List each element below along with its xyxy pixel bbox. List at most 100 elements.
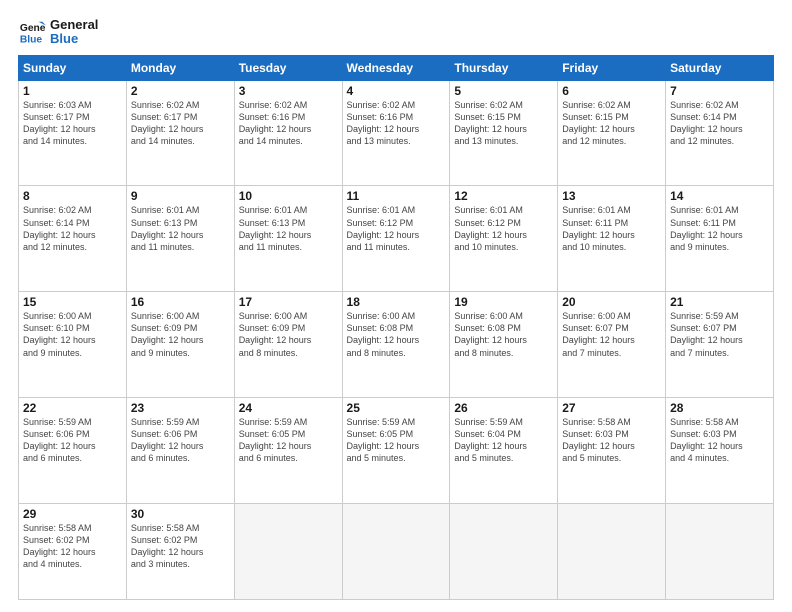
header: General Blue General Blue <box>18 18 774 47</box>
day-number: 13 <box>562 189 661 203</box>
day-number: 25 <box>347 401 446 415</box>
calendar-cell: 28Sunrise: 5:58 AM Sunset: 6:03 PM Dayli… <box>666 397 774 503</box>
calendar-week-4: 22Sunrise: 5:59 AM Sunset: 6:06 PM Dayli… <box>19 397 774 503</box>
day-number: 12 <box>454 189 553 203</box>
col-header-thursday: Thursday <box>450 55 558 80</box>
day-info: Sunrise: 6:01 AM Sunset: 6:13 PM Dayligh… <box>239 204 338 253</box>
col-header-friday: Friday <box>558 55 666 80</box>
day-info: Sunrise: 5:59 AM Sunset: 6:04 PM Dayligh… <box>454 416 553 465</box>
day-number: 27 <box>562 401 661 415</box>
calendar-cell: 2Sunrise: 6:02 AM Sunset: 6:17 PM Daylig… <box>126 80 234 186</box>
day-info: Sunrise: 5:59 AM Sunset: 6:05 PM Dayligh… <box>347 416 446 465</box>
day-info: Sunrise: 6:02 AM Sunset: 6:14 PM Dayligh… <box>23 204 122 253</box>
day-number: 6 <box>562 84 661 98</box>
calendar-cell <box>558 503 666 599</box>
calendar-cell: 27Sunrise: 5:58 AM Sunset: 6:03 PM Dayli… <box>558 397 666 503</box>
calendar-cell <box>450 503 558 599</box>
calendar-cell: 11Sunrise: 6:01 AM Sunset: 6:12 PM Dayli… <box>342 186 450 292</box>
day-number: 29 <box>23 507 122 521</box>
calendar-cell: 13Sunrise: 6:01 AM Sunset: 6:11 PM Dayli… <box>558 186 666 292</box>
day-info: Sunrise: 5:58 AM Sunset: 6:02 PM Dayligh… <box>131 522 230 571</box>
calendar-cell: 25Sunrise: 5:59 AM Sunset: 6:05 PM Dayli… <box>342 397 450 503</box>
day-number: 1 <box>23 84 122 98</box>
calendar-cell <box>342 503 450 599</box>
calendar-cell: 16Sunrise: 6:00 AM Sunset: 6:09 PM Dayli… <box>126 292 234 398</box>
day-number: 15 <box>23 295 122 309</box>
day-info: Sunrise: 6:01 AM Sunset: 6:12 PM Dayligh… <box>347 204 446 253</box>
day-info: Sunrise: 5:59 AM Sunset: 6:06 PM Dayligh… <box>131 416 230 465</box>
calendar-cell: 18Sunrise: 6:00 AM Sunset: 6:08 PM Dayli… <box>342 292 450 398</box>
calendar-cell: 20Sunrise: 6:00 AM Sunset: 6:07 PM Dayli… <box>558 292 666 398</box>
day-number: 24 <box>239 401 338 415</box>
day-info: Sunrise: 6:00 AM Sunset: 6:09 PM Dayligh… <box>239 310 338 359</box>
calendar-cell: 22Sunrise: 5:59 AM Sunset: 6:06 PM Dayli… <box>19 397 127 503</box>
calendar-week-1: 1Sunrise: 6:03 AM Sunset: 6:17 PM Daylig… <box>19 80 774 186</box>
svg-text:Blue: Blue <box>20 35 43 46</box>
calendar-cell: 8Sunrise: 6:02 AM Sunset: 6:14 PM Daylig… <box>19 186 127 292</box>
svg-text:General: General <box>20 23 46 34</box>
day-number: 5 <box>454 84 553 98</box>
day-info: Sunrise: 6:01 AM Sunset: 6:11 PM Dayligh… <box>562 204 661 253</box>
col-header-monday: Monday <box>126 55 234 80</box>
logo: General Blue General Blue <box>18 18 98 47</box>
calendar-cell: 5Sunrise: 6:02 AM Sunset: 6:15 PM Daylig… <box>450 80 558 186</box>
day-number: 4 <box>347 84 446 98</box>
day-number: 14 <box>670 189 769 203</box>
calendar-cell: 24Sunrise: 5:59 AM Sunset: 6:05 PM Dayli… <box>234 397 342 503</box>
day-number: 21 <box>670 295 769 309</box>
calendar-cell: 7Sunrise: 6:02 AM Sunset: 6:14 PM Daylig… <box>666 80 774 186</box>
day-info: Sunrise: 6:01 AM Sunset: 6:12 PM Dayligh… <box>454 204 553 253</box>
day-number: 26 <box>454 401 553 415</box>
calendar-cell: 26Sunrise: 5:59 AM Sunset: 6:04 PM Dayli… <box>450 397 558 503</box>
calendar-cell: 1Sunrise: 6:03 AM Sunset: 6:17 PM Daylig… <box>19 80 127 186</box>
calendar-cell: 19Sunrise: 6:00 AM Sunset: 6:08 PM Dayli… <box>450 292 558 398</box>
day-info: Sunrise: 6:00 AM Sunset: 6:08 PM Dayligh… <box>347 310 446 359</box>
col-header-tuesday: Tuesday <box>234 55 342 80</box>
day-number: 10 <box>239 189 338 203</box>
col-header-saturday: Saturday <box>666 55 774 80</box>
day-info: Sunrise: 6:00 AM Sunset: 6:09 PM Dayligh… <box>131 310 230 359</box>
day-number: 20 <box>562 295 661 309</box>
calendar-week-2: 8Sunrise: 6:02 AM Sunset: 6:14 PM Daylig… <box>19 186 774 292</box>
logo-text: General Blue <box>50 18 98 47</box>
day-info: Sunrise: 5:58 AM Sunset: 6:02 PM Dayligh… <box>23 522 122 571</box>
day-number: 23 <box>131 401 230 415</box>
calendar-cell <box>234 503 342 599</box>
day-number: 3 <box>239 84 338 98</box>
day-number: 18 <box>347 295 446 309</box>
calendar-week-5: 29Sunrise: 5:58 AM Sunset: 6:02 PM Dayli… <box>19 503 774 599</box>
day-info: Sunrise: 6:02 AM Sunset: 6:17 PM Dayligh… <box>131 99 230 148</box>
calendar-cell: 3Sunrise: 6:02 AM Sunset: 6:16 PM Daylig… <box>234 80 342 186</box>
col-header-wednesday: Wednesday <box>342 55 450 80</box>
calendar-cell: 17Sunrise: 6:00 AM Sunset: 6:09 PM Dayli… <box>234 292 342 398</box>
day-info: Sunrise: 5:59 AM Sunset: 6:05 PM Dayligh… <box>239 416 338 465</box>
day-number: 28 <box>670 401 769 415</box>
day-number: 17 <box>239 295 338 309</box>
day-number: 2 <box>131 84 230 98</box>
calendar-cell: 29Sunrise: 5:58 AM Sunset: 6:02 PM Dayli… <box>19 503 127 599</box>
col-header-sunday: Sunday <box>19 55 127 80</box>
day-info: Sunrise: 6:01 AM Sunset: 6:13 PM Dayligh… <box>131 204 230 253</box>
page: General Blue General Blue SundayMondayTu… <box>0 0 792 612</box>
day-info: Sunrise: 6:02 AM Sunset: 6:15 PM Dayligh… <box>562 99 661 148</box>
day-info: Sunrise: 6:00 AM Sunset: 6:10 PM Dayligh… <box>23 310 122 359</box>
calendar-cell <box>666 503 774 599</box>
calendar-cell: 10Sunrise: 6:01 AM Sunset: 6:13 PM Dayli… <box>234 186 342 292</box>
calendar-cell: 14Sunrise: 6:01 AM Sunset: 6:11 PM Dayli… <box>666 186 774 292</box>
day-number: 8 <box>23 189 122 203</box>
day-info: Sunrise: 5:58 AM Sunset: 6:03 PM Dayligh… <box>562 416 661 465</box>
day-info: Sunrise: 5:58 AM Sunset: 6:03 PM Dayligh… <box>670 416 769 465</box>
calendar-week-3: 15Sunrise: 6:00 AM Sunset: 6:10 PM Dayli… <box>19 292 774 398</box>
logo-icon: General Blue <box>18 18 46 46</box>
day-info: Sunrise: 6:00 AM Sunset: 6:07 PM Dayligh… <box>562 310 661 359</box>
calendar-cell: 4Sunrise: 6:02 AM Sunset: 6:16 PM Daylig… <box>342 80 450 186</box>
day-number: 30 <box>131 507 230 521</box>
calendar-cell: 15Sunrise: 6:00 AM Sunset: 6:10 PM Dayli… <box>19 292 127 398</box>
day-info: Sunrise: 5:59 AM Sunset: 6:07 PM Dayligh… <box>670 310 769 359</box>
day-info: Sunrise: 6:02 AM Sunset: 6:15 PM Dayligh… <box>454 99 553 148</box>
day-info: Sunrise: 6:02 AM Sunset: 6:16 PM Dayligh… <box>239 99 338 148</box>
day-number: 11 <box>347 189 446 203</box>
calendar-table: SundayMondayTuesdayWednesdayThursdayFrid… <box>18 55 774 600</box>
calendar-cell: 30Sunrise: 5:58 AM Sunset: 6:02 PM Dayli… <box>126 503 234 599</box>
day-info: Sunrise: 6:01 AM Sunset: 6:11 PM Dayligh… <box>670 204 769 253</box>
